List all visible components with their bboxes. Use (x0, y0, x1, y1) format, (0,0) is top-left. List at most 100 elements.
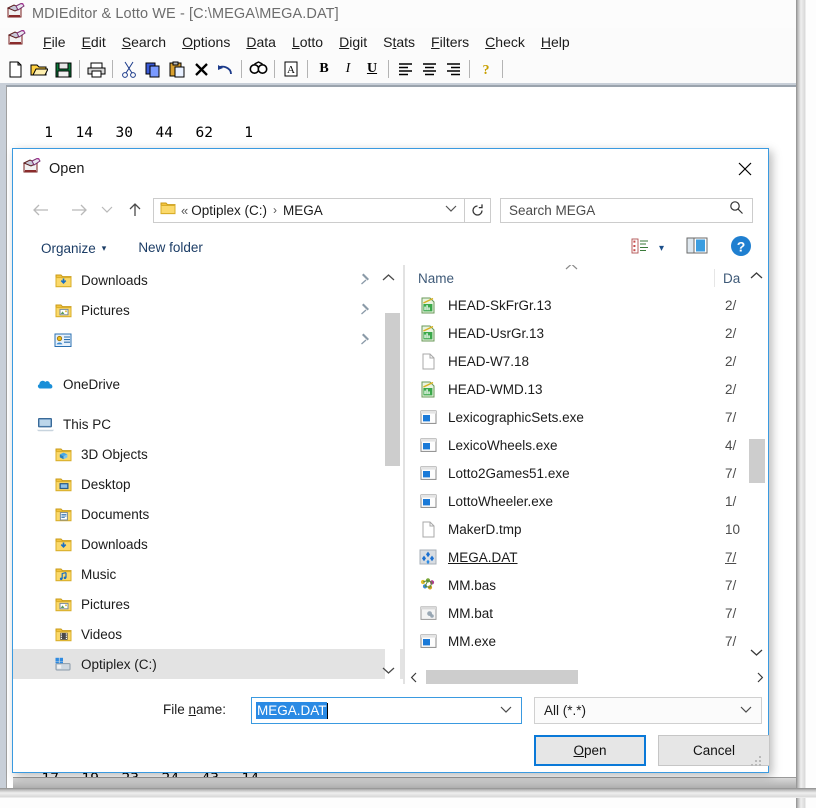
search-icon[interactable] (729, 200, 744, 220)
change-view-button[interactable]: ▾ (631, 238, 664, 259)
table-row[interactable]: HEAD-W7.18 2/ (405, 347, 768, 375)
file-name-input[interactable]: MEGA.DAT (251, 697, 522, 724)
pin-icon[interactable] (360, 272, 373, 288)
chevron-down-icon[interactable] (445, 201, 457, 219)
breadcrumb-drive[interactable]: Optiplex (C:) (191, 203, 267, 218)
menu-lotto[interactable]: Lotto (284, 32, 331, 52)
nav-item-music[interactable]: Music (13, 559, 403, 589)
file-scroll-down-icon[interactable] (750, 644, 763, 662)
breadcrumb-overflow[interactable]: « (181, 203, 188, 218)
undo-icon[interactable] (213, 57, 237, 81)
delete-icon[interactable] (189, 57, 213, 81)
menu-options[interactable]: Options (174, 32, 238, 52)
print-icon[interactable] (84, 57, 108, 81)
nav-item-documents[interactable]: Documents (13, 499, 403, 529)
nav-item-3d-objects[interactable]: 3D Objects (13, 439, 403, 469)
nav-item-onedrive[interactable]: OneDrive (13, 369, 403, 399)
align-center-icon[interactable] (417, 57, 441, 81)
menu-filters[interactable]: Filters (423, 32, 477, 52)
table-row[interactable]: MM.exe 7/ (405, 627, 768, 655)
menu-search[interactable]: Search (114, 32, 174, 52)
paste-icon[interactable] (165, 57, 189, 81)
menu-digit[interactable]: Digit (331, 32, 375, 52)
menu-help[interactable]: Help (533, 32, 578, 52)
menu-edit[interactable]: Edit (74, 32, 114, 52)
table-row[interactable]: LottoWheeler.exe 1/ (405, 487, 768, 515)
view-caret-icon[interactable]: ▾ (659, 243, 664, 254)
application-icon (416, 438, 440, 453)
menu-file[interactable]: File (35, 32, 74, 52)
save-file-icon[interactable] (51, 57, 75, 81)
open-file-icon[interactable] (27, 57, 51, 81)
menu-data[interactable]: Data (238, 32, 284, 52)
copy-icon[interactable] (141, 57, 165, 81)
hscroll-left-icon[interactable] (405, 672, 422, 683)
refresh-icon[interactable] (465, 197, 491, 223)
align-right-icon[interactable] (441, 57, 465, 81)
resize-grip[interactable] (751, 756, 763, 768)
nav-item-desktop[interactable]: Desktop (13, 469, 403, 499)
nav-item-this-pc[interactable]: This PC (13, 409, 403, 439)
nav-scrollbar-thumb[interactable] (385, 313, 400, 466)
pin-icon[interactable] (360, 302, 373, 318)
table-row[interactable]: MM.bas 7/ (405, 571, 768, 599)
table-row[interactable]: HEAD-WMD.13 2/ (405, 375, 768, 403)
file-list[interactable]: HEAD-SkFrGr.13 2/ HEAD-UsrGr.13 2/ HEAD-… (405, 291, 768, 655)
back-button[interactable] (27, 196, 55, 224)
menu-check[interactable]: Check (477, 32, 533, 52)
breadcrumb-folder[interactable]: MEGA (283, 203, 323, 218)
file-list-pane[interactable]: Name Da HEAD-SkFrGr.13 2/ HEAD-UsrGr.13 … (405, 265, 768, 686)
column-header-name[interactable]: Name (405, 269, 715, 287)
close-icon[interactable] (722, 149, 768, 189)
file-name: HEAD-UsrGr.13 (448, 325, 545, 341)
find-icon[interactable] (246, 57, 270, 81)
organize-button[interactable]: Organize ▾ (41, 241, 106, 256)
nav-item-pictures[interactable]: Pictures (13, 589, 403, 619)
table-row[interactable]: Lotto2Games51.exe 7/ (405, 459, 768, 487)
search-input[interactable]: Search MEGA (500, 197, 753, 223)
file-type-filter-select[interactable]: All (*.*) (534, 697, 762, 724)
up-one-level-button[interactable] (121, 196, 149, 224)
nav-item-optiplex-c[interactable]: Optiplex (C:) (13, 649, 403, 679)
hscroll-thumb[interactable] (426, 670, 578, 685)
chevron-down-icon[interactable] (500, 702, 512, 720)
table-row[interactable]: MakerD.tmp 10 (405, 515, 768, 543)
table-row[interactable]: HEAD-UsrGr.13 2/ (405, 319, 768, 347)
file-scrollbar-thumb[interactable] (749, 439, 765, 483)
pin-icon[interactable] (360, 332, 373, 348)
menu-stats[interactable]: Stats (375, 32, 423, 52)
nav-item-downloads[interactable]: Downloads (13, 529, 403, 559)
file-scroll-up-icon[interactable] (750, 267, 763, 285)
nav-item-downloads-quick[interactable]: Downloads (13, 265, 403, 295)
recent-locations-button[interactable] (97, 196, 117, 224)
column-header-date[interactable]: Da (715, 269, 740, 287)
cut-icon[interactable] (117, 57, 141, 81)
open-button[interactable]: Open (534, 735, 646, 766)
help-icon[interactable]: ? (474, 57, 498, 81)
nav-item-videos[interactable]: Videos (13, 619, 403, 649)
new-folder-button[interactable]: New folder (138, 239, 203, 257)
font-icon[interactable]: A (279, 57, 303, 81)
nav-item-contacts-quick[interactable] (13, 325, 403, 355)
help-button[interactable]: ? (730, 235, 752, 262)
address-bar[interactable]: « Optiplex (C:) › MEGA (153, 197, 465, 223)
align-left-icon[interactable] (393, 57, 417, 81)
nav-item-pictures-quick[interactable]: Pictures (13, 295, 403, 325)
table-row[interactable]: LexicoWheels.exe 4/ (405, 431, 768, 459)
editor-cell: 14 (75, 125, 93, 141)
italic-icon[interactable]: I (336, 57, 360, 81)
forward-button[interactable] (65, 196, 93, 224)
table-row-selected[interactable]: MEGA.DAT 7/ (405, 543, 768, 571)
hscroll-right-icon[interactable] (751, 672, 768, 683)
underline-icon[interactable]: U (360, 57, 384, 81)
table-row[interactable]: MM.bat 7/ (405, 599, 768, 627)
preview-pane-icon (686, 237, 708, 259)
new-file-icon[interactable] (3, 57, 27, 81)
table-row[interactable]: HEAD-SkFrGr.13 2/ (405, 291, 768, 319)
preview-pane-button[interactable] (686, 237, 708, 259)
chevron-down-icon[interactable] (740, 702, 752, 720)
nav-scroll-down-icon[interactable] (382, 662, 395, 680)
bold-icon[interactable]: B (312, 57, 336, 81)
table-row[interactable]: LexicographicSets.exe 7/ (405, 403, 768, 431)
navigation-pane[interactable]: Downloads Pictures OneDrive This PC 3D O… (13, 265, 403, 686)
